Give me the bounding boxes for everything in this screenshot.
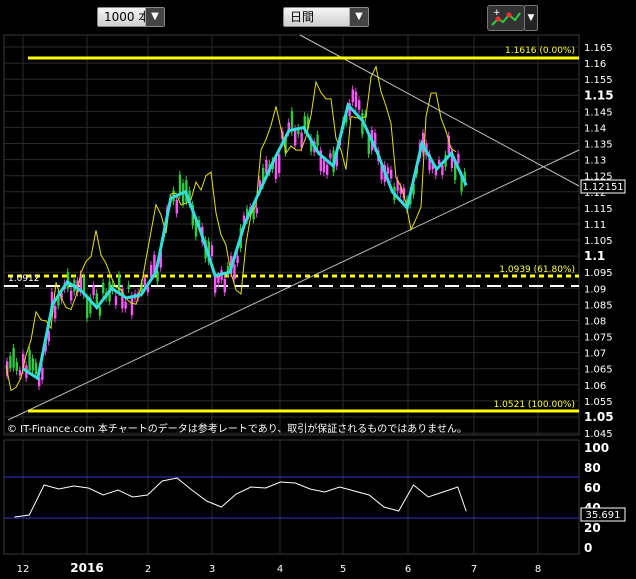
y-tick-label: 1.16 [584, 59, 606, 70]
candle-body [354, 91, 358, 107]
candle-body [223, 278, 226, 293]
level-high-label: 1.1616 (0.00%) [505, 46, 575, 56]
candle-body [54, 305, 57, 319]
y-tick-label: 1.14 [584, 123, 606, 134]
candle-body [70, 290, 73, 301]
x-tick-label: 6 [405, 564, 411, 575]
rsi-tick-label: 100 [584, 441, 609, 455]
y-tick-label: 1.095 [584, 268, 613, 279]
candle-body [178, 174, 182, 195]
candle-body [175, 199, 178, 214]
current-price-label: 1.12151 [582, 182, 623, 193]
x-tick-label: 2016 [70, 561, 103, 575]
candle-body [358, 100, 361, 110]
candle-body [236, 255, 239, 263]
y-tick-label: 1.105 [584, 236, 613, 247]
rsi-value-label: 35.691 [586, 510, 621, 521]
y-axis: 1.165 1.16 1.155 1.15 1.145 1.14 1.135 1.13 1.1 2… [584, 43, 614, 555]
candle-body [294, 128, 297, 146]
rsi-tick-label: 80 [584, 461, 601, 475]
support-left-label: 1.0912 [8, 274, 40, 284]
rsi-tick-label: 0 [584, 541, 592, 555]
candle-body [98, 306, 102, 316]
rsi-tick-label: 60 [584, 481, 601, 495]
y-tick-label: 1.11 [584, 220, 606, 231]
x-tick-label: 8 [535, 564, 541, 575]
rsi-panel-frame [3, 439, 580, 555]
y-tick-label: 1.07 [584, 349, 606, 360]
y-tick-label: 1.1 [584, 249, 605, 263]
candle-body [12, 347, 15, 368]
candle-body [102, 282, 105, 294]
candle-body [31, 358, 34, 371]
x-tick-label: 4 [277, 564, 283, 575]
chart-area: 1.1651.161.1551.151.1451.141.1351.131.12… [3, 34, 626, 575]
candle-body [322, 160, 326, 173]
candle-body [114, 296, 118, 306]
candle-body [127, 284, 130, 290]
y-tick-label: 1.055 [584, 397, 613, 408]
x-tick-label: 7 [471, 564, 477, 575]
candle-body [274, 157, 278, 179]
x-tick-label: 2 [145, 564, 151, 575]
rsi-tick-label: 20 [584, 521, 601, 535]
candle-body [457, 153, 460, 164]
candle-body [326, 164, 329, 175]
y-tick-label: 1.09 [584, 284, 606, 295]
x-tick-label: 5 [340, 564, 346, 575]
candle-body [386, 167, 390, 174]
candle-body [278, 154, 281, 173]
x-tick-label: 12 [17, 564, 30, 575]
candle-body [92, 285, 95, 296]
candle-body [86, 297, 89, 319]
candle-body [255, 207, 258, 214]
candle-body [329, 153, 332, 159]
y-tick-label: 1.13 [584, 156, 606, 167]
y-tick-label: 1.135 [584, 140, 613, 151]
candle-body [316, 134, 319, 146]
candle-body [214, 276, 217, 293]
candle-body [217, 276, 220, 284]
y-tick-label: 1.065 [584, 365, 613, 376]
candle-body [143, 278, 146, 286]
y-tick-label: 1.045 [584, 429, 613, 440]
y-tick-label: 1.075 [584, 333, 613, 344]
y-tick-label: 1.06 [584, 381, 606, 392]
candle-body [390, 169, 393, 179]
candle-body [18, 370, 22, 376]
candle-body [441, 165, 444, 176]
candle-body [130, 296, 134, 316]
candle-body [351, 89, 354, 103]
level-low-label: 1.0521 (100.00%) [494, 400, 575, 410]
candle-body [15, 361, 18, 371]
candle-body [28, 350, 31, 372]
y-tick-label: 1.08 [584, 316, 606, 327]
x-tick-label: 3 [209, 564, 215, 575]
y-tick-label: 1.15 [584, 88, 614, 102]
candle-body [233, 264, 236, 280]
level-618-label: 1.0939 (61.80%) [499, 265, 575, 275]
y-tick-label: 1.155 [584, 75, 613, 86]
candle-body [41, 367, 44, 380]
y-tick-label: 1.085 [584, 300, 613, 311]
candle-body [34, 362, 38, 375]
copyright-text: © IT-Finance.com 本チャートのデータは参考レートであり、取引が保… [7, 422, 467, 435]
x-axis: 12 2016 2 3 4 5 6 7 8 [17, 561, 542, 575]
candle-body [124, 301, 127, 309]
candle-body [210, 245, 214, 257]
y-tick-label: 1.05 [584, 410, 614, 424]
candle-body [95, 293, 98, 305]
candle-body [9, 356, 12, 369]
y-tick-label: 1.165 [584, 43, 613, 54]
y-tick-label: 1.145 [584, 107, 613, 118]
y-tick-label: 1.115 [584, 204, 613, 215]
